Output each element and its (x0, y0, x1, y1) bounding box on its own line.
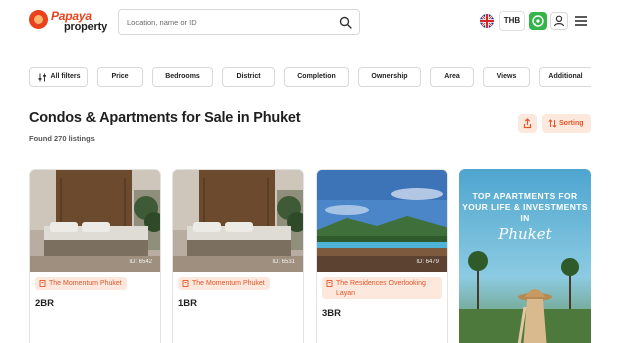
search-icon[interactable] (339, 16, 352, 29)
sorting-button[interactable]: Sorting (542, 114, 591, 133)
filter-additional[interactable]: Additional (539, 67, 591, 87)
bedrooms-label: 2BR (35, 298, 55, 309)
sorting-label: Sorting (559, 120, 584, 127)
sort-arrows-icon (548, 119, 557, 128)
listing-card[interactable]: ID: 6479 The Residences Overlooking Laya… (316, 169, 448, 343)
filter-district[interactable]: District (222, 67, 275, 87)
logo[interactable]: Papaya property (29, 9, 107, 35)
currency-selector[interactable]: THB (499, 11, 525, 31)
project-tag[interactable]: The Residences Overlooking Layan (322, 277, 442, 299)
filter-bar: All filters Price Bedrooms District Comp… (0, 67, 620, 88)
account-button[interactable] (550, 12, 568, 30)
project-tag[interactable]: The Momentum Phuket (35, 277, 127, 290)
promo-city: Phuket (498, 225, 552, 243)
project-name: The Momentum Phuket (49, 280, 122, 287)
search-input[interactable] (127, 14, 327, 31)
listings-count: Found 270 listings (29, 134, 95, 143)
listing-photo[interactable]: ID: 6542 (30, 170, 160, 272)
filter-bedrooms[interactable]: Bedrooms (152, 67, 213, 87)
building-icon (182, 280, 189, 287)
listing-card[interactable]: ID: 6531 The Momentum Phuket 1BR (172, 169, 304, 343)
filter-area[interactable]: Area (430, 67, 474, 87)
page-title: Condos & Apartments for Sale in Phuket (29, 110, 301, 126)
search-box (118, 9, 360, 35)
listing-id: ID: 6531 (272, 259, 295, 265)
promo-banner[interactable]: TOP APARTMENTS FOR YOUR LIFE & INVESTMEN… (459, 169, 591, 343)
share-icon (523, 118, 532, 129)
listing-id: ID: 6479 (416, 259, 439, 265)
bedrooms-label: 1BR (178, 298, 198, 309)
project-name: The Residences Overlooking Layan (336, 280, 426, 297)
all-filters-button[interactable]: All filters (29, 67, 88, 87)
listing-card[interactable]: ID: 6542 The Momentum Phuket 2BR (29, 169, 161, 343)
listing-photo[interactable]: ID: 6531 (173, 170, 303, 272)
filter-views[interactable]: Views (483, 67, 530, 87)
all-filters-label: All filters (50, 73, 81, 80)
logo-text-property: property (64, 21, 108, 33)
hamburger-menu-icon[interactable] (574, 14, 588, 28)
header: Papaya property THB (0, 0, 620, 44)
building-icon (39, 280, 46, 287)
filter-sliders-icon (38, 73, 46, 82)
listing-id: ID: 6542 (129, 259, 152, 265)
bedrooms-label: 3BR (322, 308, 342, 319)
project-name: The Momentum Phuket (192, 280, 265, 287)
papaya-logo-icon (29, 10, 48, 29)
filter-ownership[interactable]: Ownership (358, 67, 421, 87)
filter-price[interactable]: Price (97, 67, 143, 87)
user-icon (553, 15, 565, 27)
building-icon (326, 280, 333, 287)
share-button[interactable] (518, 114, 537, 133)
whatsapp-icon (532, 15, 544, 27)
uk-flag-icon[interactable] (480, 14, 494, 28)
listing-photo[interactable]: ID: 6479 (317, 170, 447, 272)
filter-completion[interactable]: Completion (284, 67, 349, 87)
project-tag[interactable]: The Momentum Phuket (178, 277, 270, 290)
promo-headline: TOP APARTMENTS FOR YOUR LIFE & INVESTMEN… (462, 191, 588, 223)
whatsapp-button[interactable] (529, 12, 547, 30)
